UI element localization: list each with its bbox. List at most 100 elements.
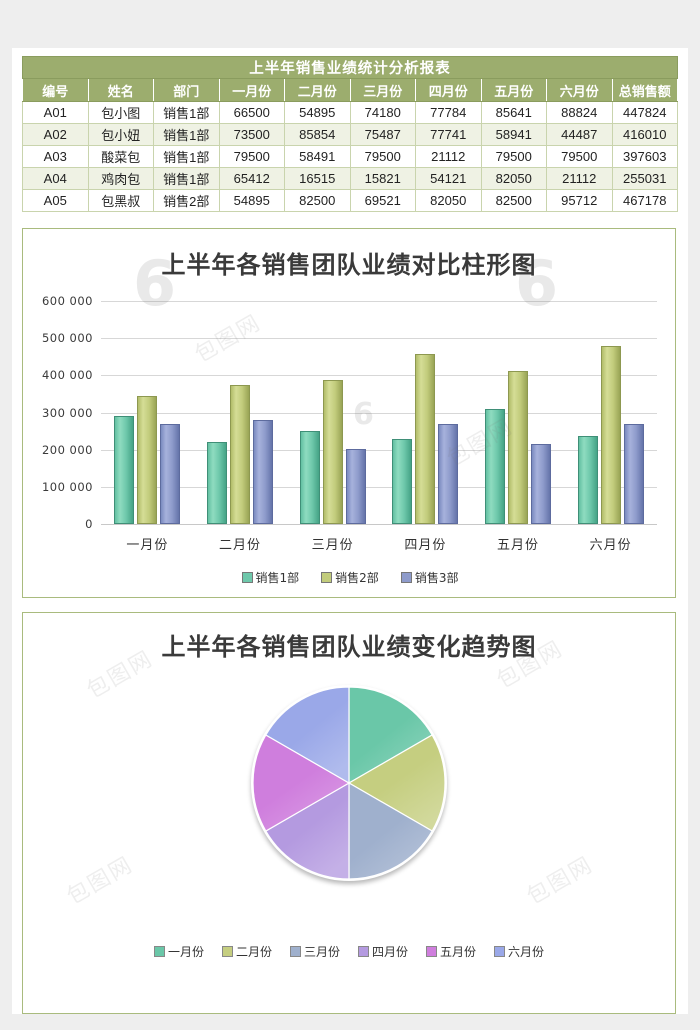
- legend-label: 二月份: [235, 945, 272, 959]
- legend-item[interactable]: 五月份: [426, 943, 476, 960]
- watermark-text: 包图网: [522, 852, 598, 910]
- cell-total: 447824: [611, 101, 678, 124]
- y-axis-tick-label: 600 000: [41, 294, 93, 308]
- legend-label: 六月份: [508, 945, 545, 959]
- cell-mar: 69521: [349, 189, 416, 212]
- pie-chart-panel: 上半年各销售团队业绩变化趋势图 一月份 二月份 三月份 四月份 五月份 六月份 包图网 包…: [22, 612, 676, 1014]
- x-axis-line: [101, 524, 657, 525]
- cell-name: 包黑叔: [87, 189, 154, 212]
- legend-item[interactable]: 销售2部: [321, 569, 379, 586]
- page-top-margin: [0, 0, 700, 48]
- legend-swatch-icon: [241, 572, 253, 583]
- cell-may: 82050: [480, 167, 547, 190]
- legend-swatch-icon: [358, 946, 369, 957]
- table-row: A04 鸡肉包 销售1部 65412 16515 15821 54121 820…: [22, 167, 678, 190]
- y-axis-tick: 100 000: [23, 480, 93, 501]
- page-bottom-margin: [0, 1014, 700, 1030]
- gridline: [101, 375, 657, 377]
- cell-jun: 21112: [546, 167, 613, 190]
- legend-item[interactable]: 销售1部: [241, 569, 300, 586]
- legend-swatch-icon: [426, 946, 438, 957]
- cell-dept: 销售1部: [153, 123, 220, 146]
- cell-jun: 88824: [546, 101, 613, 124]
- bar-3-4: [438, 423, 459, 524]
- cell-may: 79500: [480, 145, 547, 168]
- cell-apr: 21112: [415, 145, 482, 168]
- cell-may: 82500: [480, 189, 547, 212]
- legend-item[interactable]: 六月份: [494, 943, 544, 960]
- legend-label: 销售2部: [335, 571, 379, 585]
- y-axis-tick: 600 000: [23, 294, 93, 315]
- report-title: 上半年销售业绩统计分析报表: [22, 56, 678, 79]
- legend-label: 五月份: [440, 945, 477, 959]
- legend-item[interactable]: 销售3部: [400, 569, 458, 586]
- legend-label: 一月份: [167, 945, 204, 959]
- y-axis-tick: 300 000: [23, 406, 93, 427]
- bar-2-1: [137, 395, 158, 524]
- cell-total: 397603: [611, 145, 678, 168]
- cell-jan: 54895: [218, 189, 285, 212]
- cell-apr: 54121: [415, 167, 482, 190]
- cell-mar: 15821: [349, 167, 416, 190]
- bar-1-6: [577, 435, 598, 524]
- x-axis-label: 五月份: [496, 538, 539, 553]
- col-header-may: 五月份: [480, 78, 547, 102]
- cell-id: A05: [22, 189, 89, 212]
- cell-total: 467178: [611, 189, 678, 212]
- y-axis-tick-label: 200 000: [41, 442, 93, 457]
- legend-label: 销售1部: [255, 571, 300, 585]
- table-row: A01 包小图 销售1部 66500 54895 74180 77784 856…: [22, 101, 678, 124]
- cell-name: 包小图: [87, 101, 154, 124]
- cell-total: 255031: [611, 167, 678, 190]
- cell-mar: 79500: [349, 145, 416, 168]
- cell-feb: 58491: [284, 145, 351, 168]
- legend-swatch-icon: [494, 946, 506, 957]
- bar-chart-panel: 上半年各销售团队业绩对比柱形图 600 000 500 000 400 000 300…: [22, 228, 676, 598]
- pie-chart-graphic: [251, 685, 447, 881]
- legend-item[interactable]: 一月份: [153, 943, 204, 960]
- cell-total: 416010: [611, 123, 678, 146]
- bar-chart-legend: 销售1部 销售2部 销售3部: [23, 569, 677, 586]
- bar-1-3: [299, 431, 320, 524]
- cell-feb: 82500: [284, 189, 351, 212]
- table-header-row: 编号 姓名 部门 一月份 二月份 三月份 四月份 五月份 六月份 总销售额: [22, 78, 678, 102]
- col-header-name: 姓名: [87, 78, 154, 102]
- cell-jan: 79500: [218, 145, 285, 168]
- legend-item[interactable]: 三月份: [289, 943, 340, 960]
- legend-label: 三月份: [303, 945, 340, 959]
- cell-mar: 74180: [349, 101, 416, 124]
- cell-name: 鸡肉包: [87, 167, 154, 190]
- x-axis-label: 二月份: [218, 538, 261, 553]
- x-axis-label: 三月份: [311, 538, 354, 553]
- legend-swatch-icon: [400, 572, 412, 583]
- gridline: [101, 412, 657, 414]
- pie-chart-title: 上半年各销售团队业绩变化趋势图: [161, 633, 537, 661]
- bar-3-3: [345, 448, 366, 524]
- cell-feb: 85854: [284, 123, 351, 146]
- pie-chart-legend: 一月份 二月份 三月份 四月份 五月份 六月份: [23, 943, 675, 960]
- col-header-mar: 三月份: [349, 78, 416, 102]
- bar-2-6: [600, 345, 621, 524]
- gridline: [101, 486, 657, 488]
- y-axis-tick-label: 100 000: [41, 479, 93, 494]
- bar-3-6: [623, 423, 644, 524]
- bar-3-5: [531, 444, 551, 524]
- legend-swatch-icon: [153, 946, 165, 957]
- bar-chart-plot-area: 600 000 500 000 400 000 300 000 200 000 100 0…: [23, 229, 677, 599]
- cell-jan: 66500: [218, 101, 285, 124]
- cell-name: 酸菜包: [87, 145, 154, 168]
- bar-2-2: [230, 384, 250, 524]
- gridline: [101, 338, 657, 340]
- x-axis-label: 一月份: [126, 538, 169, 553]
- legend-swatch-icon: [289, 946, 301, 957]
- table-title-row: 上半年销售业绩统计分析报表: [22, 56, 678, 79]
- legend-item[interactable]: 二月份: [221, 943, 272, 960]
- bar-chart-title: 上半年各销售团队业绩对比柱形图: [161, 251, 537, 279]
- table-row: A03 酸菜包 销售1部 79500 58491 79500 21112 795…: [22, 145, 678, 168]
- bar-1-5: [485, 408, 505, 524]
- y-axis-tick-label: 0: [85, 517, 93, 531]
- sales-report-table: 上半年销售业绩统计分析报表 编号 姓名 部门 一月份 二月份 三月份 四月份 五…: [22, 56, 678, 212]
- bar-3-1: [160, 423, 181, 524]
- legend-item[interactable]: 四月份: [358, 943, 408, 960]
- report-table-container: 上半年销售业绩统计分析报表 编号 姓名 部门 一月份 二月份 三月份 四月份 五…: [22, 56, 678, 212]
